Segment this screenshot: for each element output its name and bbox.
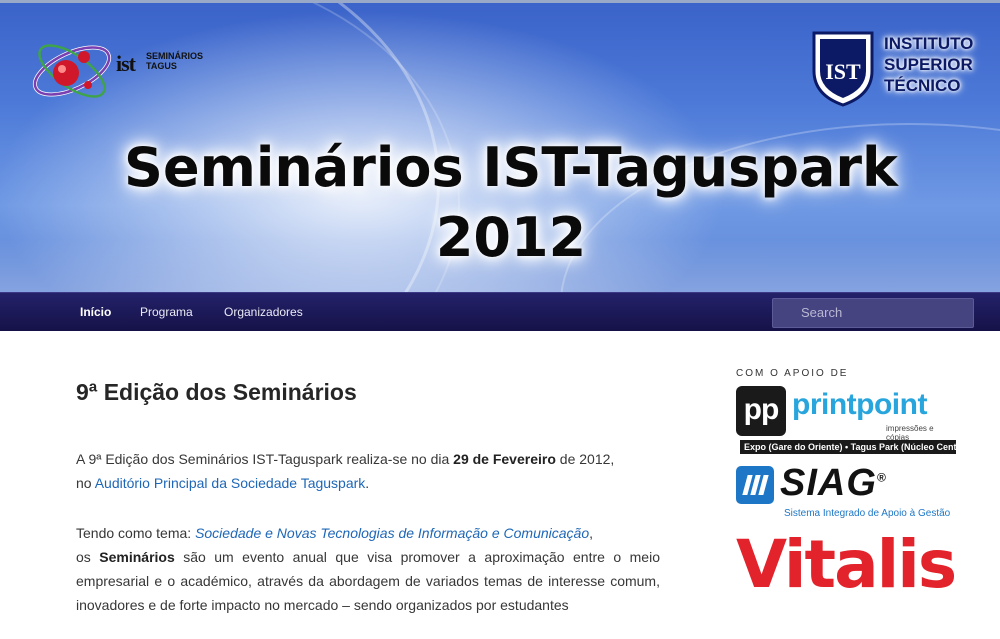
siag-name-text: SIAG	[780, 462, 877, 504]
event-date: 29 de Fevereiro	[453, 451, 556, 467]
theme-paragraph: Tendo como tema: Sociedade e Novas Tecno…	[76, 521, 660, 617]
intro-text: de 2012,	[555, 451, 615, 467]
header-banner: ist SEMINÁRIOS TAGUS IST INSTITUTO SUPER…	[0, 0, 1000, 292]
logo-seminarios-text: SEMINÁRIOS TAGUS	[146, 51, 203, 71]
ist-line3: TÉCNICO	[884, 76, 961, 95]
page-heading: 9ª Edição dos Seminários	[76, 379, 357, 405]
ist-line1: INSTITUTO	[884, 34, 974, 53]
intro-paragraph: A 9ª Edição dos Seminários IST-Taguspark…	[76, 447, 660, 495]
nav-item-programa[interactable]: Programa	[140, 293, 193, 332]
printpoint-locations: Expo (Gare do Oriente) • Tagus Park (Núc…	[740, 440, 956, 454]
logo-ist-text: ist	[116, 51, 136, 76]
seminarios-bold: Seminários	[99, 549, 175, 565]
logo-text-line1: SEMINÁRIOS	[146, 51, 204, 61]
support-label: COM O APOIO DE	[736, 368, 849, 379]
siag-name: SIAG®	[780, 462, 887, 505]
intro-text: .	[365, 475, 370, 491]
ist-line2: SUPERIOR	[884, 55, 973, 74]
shield-text: IST	[825, 59, 861, 84]
ist-shield-icon: IST	[812, 31, 874, 107]
siag-registered: ®	[876, 470, 887, 485]
siag-logo[interactable]: SIAG® Sistema Integrado de Apoio à Gestã…	[736, 462, 956, 522]
siag-tagline: Sistema Integrado de Apoio à Gestão	[784, 508, 951, 519]
atom-icon	[32, 44, 112, 98]
intro-text: no	[76, 475, 95, 491]
vitalis-logo[interactable]: Vitalis	[736, 520, 957, 610]
main-nav: Início Programa Organizadores Search	[0, 292, 1000, 331]
intro-text: A 9ª Edição dos Seminários IST-Taguspark…	[76, 451, 454, 467]
theme-link[interactable]: Sociedade e Novas Tecnologias de Informa…	[195, 525, 589, 541]
venue-link[interactable]: Auditório Principal da Sociedade Taguspa…	[95, 475, 366, 491]
theme-text: Tendo como tema:	[76, 525, 196, 541]
printpoint-name: printpoint	[792, 388, 927, 421]
printpoint-mark: pp	[736, 386, 786, 436]
siag-mark-icon	[736, 466, 774, 504]
search-input[interactable]: Search	[772, 298, 974, 328]
seminarios-tagus-logo[interactable]: ist SEMINÁRIOS TAGUS	[28, 33, 203, 109]
theme-text: os	[76, 549, 100, 565]
search-placeholder: Search	[801, 305, 843, 320]
site-title: Seminários IST-Taguspark 2012	[0, 133, 1000, 273]
nav-item-inicio[interactable]: Início	[80, 293, 111, 332]
ist-logo[interactable]: IST INSTITUTO SUPERIOR TÉCNICO	[812, 27, 974, 111]
nav-item-organizadores[interactable]: Organizadores	[224, 293, 303, 332]
theme-text: ,	[589, 525, 594, 541]
logo-text-line2: TAGUS	[146, 61, 177, 71]
printpoint-logo[interactable]: pp printpoint impressões e cópias Expo (…	[736, 386, 956, 456]
site-title-line1: Seminários IST-Taguspark	[124, 136, 898, 199]
ist-name: INSTITUTO SUPERIOR TÉCNICO	[884, 33, 980, 96]
site-title-line2: 2012	[435, 206, 587, 269]
